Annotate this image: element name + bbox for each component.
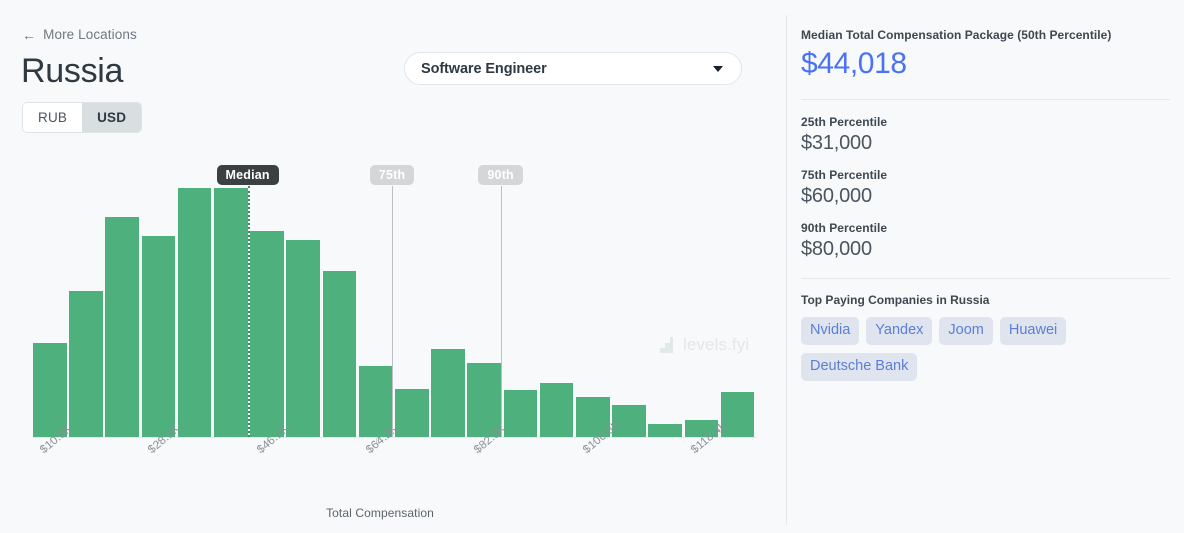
- role-select-dropdown[interactable]: Software Engineer: [404, 52, 742, 85]
- median-caption: Median Total Compensation Package (50th …: [801, 28, 1170, 42]
- stats-panel: Median Total Compensation Package (50th …: [787, 0, 1184, 533]
- currency-option-usd[interactable]: USD: [82, 103, 141, 132]
- percentile-marker-badge[interactable]: 90th: [478, 165, 523, 185]
- levels-fyi-watermark: levels.fyi: [654, 335, 749, 355]
- compensation-histogram: $10.0K$28.1K$46.1K$64.2K$82.3K$100.3K$11…: [0, 150, 786, 533]
- histogram-bar[interactable]: [105, 217, 139, 437]
- percentile-row-75: 75th Percentile $60,000: [801, 167, 1170, 209]
- histogram-bar[interactable]: [504, 390, 538, 437]
- percentile-row-90: 90th Percentile $80,000: [801, 220, 1170, 262]
- histogram-bar[interactable]: [286, 240, 320, 437]
- histogram-bar[interactable]: [69, 291, 103, 437]
- role-select-value: Software Engineer: [421, 61, 713, 77]
- top-companies-list: NvidiaYandexJoom Huawei Deutsche Bank: [801, 317, 1147, 381]
- percentile-marker-badge[interactable]: Median: [217, 165, 279, 185]
- levels-chart-icon: [654, 336, 674, 354]
- arrow-left-icon: ←: [22, 28, 36, 42]
- histogram-bar[interactable]: [142, 236, 176, 437]
- histogram-bar[interactable]: [431, 349, 465, 437]
- histogram-bar[interactable]: [178, 188, 212, 437]
- percentile-marker-badge[interactable]: 75th: [370, 165, 415, 185]
- percentile-25-value: $31,000: [801, 130, 1170, 156]
- histogram-bar[interactable]: [250, 231, 284, 437]
- company-chip[interactable]: Joom: [939, 317, 992, 345]
- currency-option-rub[interactable]: RUB: [23, 103, 82, 132]
- percentile-25-caption: 25th Percentile: [801, 114, 1170, 130]
- percentile-90-caption: 90th Percentile: [801, 220, 1170, 236]
- x-axis-baseline: [33, 437, 757, 438]
- median-value: $44,018: [801, 45, 1170, 83]
- histogram-bar[interactable]: [323, 271, 357, 437]
- back-to-more-locations-link[interactable]: ← More Locations: [22, 27, 137, 42]
- top-companies-title: Top Paying Companies in Russia: [801, 293, 1170, 307]
- histogram-bar[interactable]: [540, 383, 574, 437]
- percentile-marker-line: [392, 186, 393, 437]
- histogram-plot: $10.0K$28.1K$46.1K$64.2K$82.3K$100.3K$11…: [20, 150, 760, 440]
- percentile-75-caption: 75th Percentile: [801, 167, 1170, 183]
- back-link-label: More Locations: [43, 27, 137, 42]
- chevron-down-icon: [713, 66, 723, 72]
- watermark-label: levels.fyi: [683, 335, 749, 355]
- x-axis-title: Total Compensation: [0, 506, 760, 520]
- company-chip[interactable]: Deutsche Bank: [801, 353, 917, 381]
- histogram-bar[interactable]: [395, 389, 429, 437]
- percentile-row-25: 25th Percentile $31,000: [801, 114, 1170, 156]
- percentile-marker-line: [501, 186, 502, 437]
- histogram-bar[interactable]: [214, 188, 248, 437]
- histogram-bar[interactable]: [648, 424, 682, 437]
- percentile-marker-line: [248, 186, 250, 437]
- histogram-bar[interactable]: [33, 343, 67, 437]
- page-title: Russia: [21, 50, 123, 92]
- currency-toggle[interactable]: RUB USD: [22, 102, 142, 133]
- stats-divider-top: [801, 99, 1170, 100]
- company-chip[interactable]: Nvidia: [801, 317, 859, 345]
- company-chip[interactable]: Yandex: [866, 317, 932, 345]
- company-chip[interactable]: Huawei: [1000, 317, 1066, 345]
- left-chart-panel: ← More Locations Russia RUB USD Software…: [0, 0, 786, 533]
- levels-fyi-location-page: ← More Locations Russia RUB USD Software…: [0, 0, 1184, 533]
- stats-divider-bottom: [801, 278, 1170, 279]
- percentile-90-value: $80,000: [801, 236, 1170, 262]
- percentile-75-value: $60,000: [801, 183, 1170, 209]
